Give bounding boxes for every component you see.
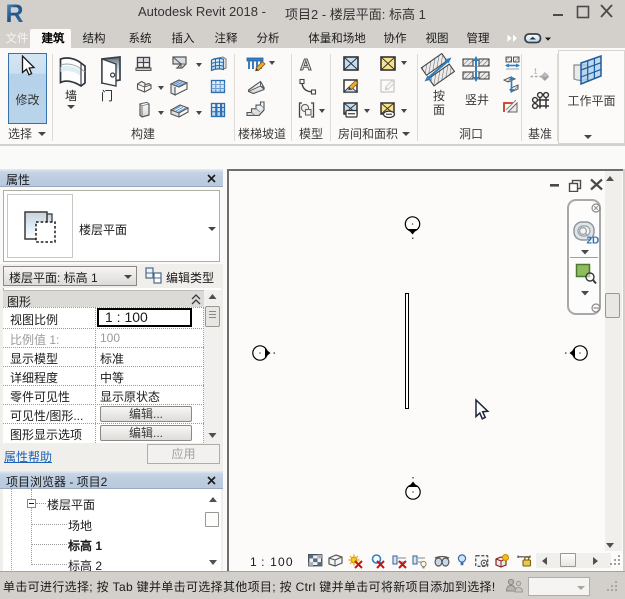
svg-text:1: 1 bbox=[534, 67, 538, 76]
svg-text:2D: 2D bbox=[587, 236, 600, 247]
svg-text:A: A bbox=[300, 57, 312, 74]
svg-text:R: R bbox=[6, 0, 24, 25]
